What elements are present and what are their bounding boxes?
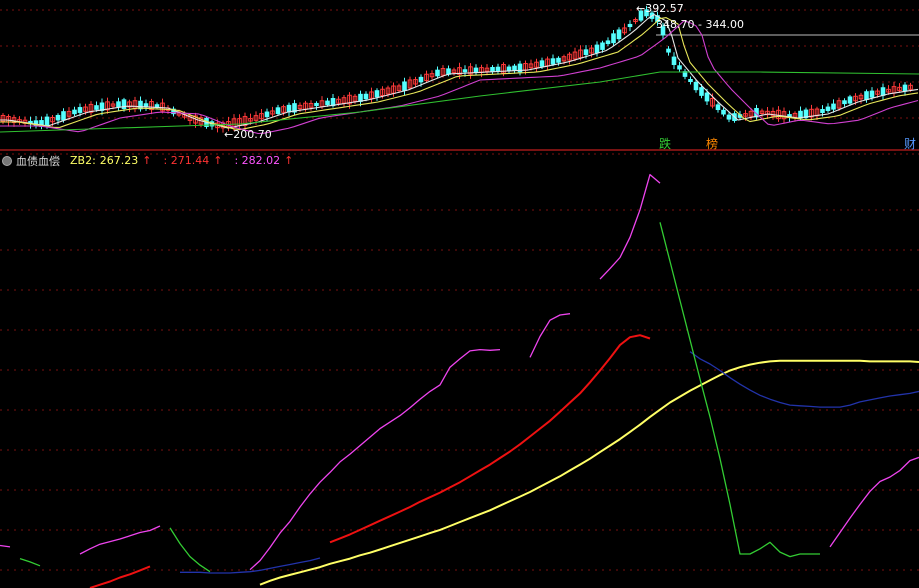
series-line-zb3-green[interactable] [19, 222, 820, 573]
candle[interactable] [693, 81, 699, 91]
indicator-name[interactable]: 血债血偿 [16, 153, 60, 169]
candle[interactable] [44, 116, 50, 127]
left-arrow-icon: ← [224, 128, 234, 141]
indicator-legend: 血债血偿 ZB2: 267.23 ↑ : 271.44 ↑ : 282.02 ↑ [0, 153, 293, 168]
candle[interactable] [583, 49, 589, 56]
price-high-label: ←392.57 [636, 2, 684, 15]
candle[interactable] [825, 106, 831, 112]
candle[interactable] [512, 65, 517, 71]
candle[interactable] [314, 102, 319, 107]
ma-line-green[interactable] [0, 71, 919, 133]
candle[interactable] [556, 57, 561, 63]
candle[interactable] [72, 109, 77, 115]
price-low-value: 200.70 [233, 128, 272, 141]
zb-value-3: : 282.02 [234, 154, 281, 167]
candle[interactable] [902, 84, 908, 92]
marker-die[interactable]: 跌 [659, 137, 671, 151]
series-line-zb2[interactable] [89, 334, 651, 588]
candle[interactable] [275, 107, 281, 115]
candle[interactable] [374, 90, 380, 98]
candle[interactable] [721, 109, 726, 115]
candle[interactable] [699, 87, 704, 96]
candle[interactable] [627, 23, 633, 28]
chart-stage[interactable] [0, 0, 919, 588]
candle[interactable] [363, 93, 369, 100]
zb-label: ZB2: [70, 154, 96, 167]
candle[interactable] [880, 87, 886, 96]
price-ref-label: 348.70 - 344.00 [656, 18, 744, 31]
candle[interactable] [264, 111, 270, 118]
candle[interactable] [726, 114, 732, 120]
candle[interactable] [677, 65, 682, 70]
candle[interactable] [666, 48, 671, 53]
candle[interactable] [418, 76, 424, 83]
candle[interactable] [611, 33, 616, 44]
candle[interactable] [864, 91, 869, 100]
candle[interactable] [550, 58, 556, 65]
indicator-lines[interactable] [0, 173, 919, 588]
candle[interactable] [325, 100, 330, 106]
up-arrow-icon: ↑ [213, 154, 223, 167]
marker-bang[interactable]: 榜 [706, 137, 718, 151]
up-arrow-icon: ↑ [142, 154, 152, 167]
left-arrow-icon: ← [636, 2, 646, 15]
candle[interactable] [154, 104, 160, 108]
candle[interactable] [847, 96, 853, 104]
candle[interactable] [94, 105, 99, 110]
candle[interactable] [831, 103, 836, 110]
series-line-zb3[interactable] [0, 173, 919, 571]
price-panel[interactable] [0, 5, 919, 155]
candle[interactable] [402, 81, 407, 91]
candle[interactable] [506, 66, 512, 71]
candle[interactable] [539, 60, 545, 67]
marker-cai[interactable]: 财 [904, 137, 916, 151]
candle[interactable] [358, 93, 363, 102]
price-high-value: 392.57 [645, 2, 684, 15]
series-line-zb1[interactable] [259, 359, 919, 586]
candle[interactable] [61, 111, 66, 121]
candle[interactable] [435, 69, 440, 77]
candle[interactable] [55, 114, 61, 121]
zb-value-2: : 271.44 [163, 154, 210, 167]
zb-value-1: 267.23 [99, 154, 139, 167]
up-arrow-icon: ↑ [284, 154, 294, 167]
candle[interactable] [616, 29, 622, 40]
candle[interactable] [495, 66, 501, 72]
candle[interactable] [77, 107, 83, 113]
indicator-grid [0, 209, 919, 571]
candle[interactable] [605, 40, 611, 45]
candle[interactable] [798, 110, 803, 119]
price-low-label: ←200.70 [224, 128, 272, 141]
candle[interactable] [600, 42, 605, 50]
candle[interactable] [116, 101, 121, 108]
candle[interactable] [594, 44, 600, 54]
candle[interactable] [490, 67, 495, 72]
candle[interactable] [820, 109, 825, 113]
candle[interactable] [286, 104, 292, 113]
candle[interactable] [704, 92, 710, 102]
candle[interactable] [671, 56, 677, 65]
indicator-toggle-icon[interactable] [2, 155, 12, 166]
candle[interactable] [869, 90, 875, 98]
candle[interactable] [842, 100, 847, 105]
candle[interactable] [715, 104, 721, 111]
candle[interactable] [462, 69, 468, 73]
series-line-zb2-blue[interactable] [180, 351, 919, 574]
candle[interactable] [688, 78, 693, 83]
candle[interactable] [473, 67, 479, 73]
